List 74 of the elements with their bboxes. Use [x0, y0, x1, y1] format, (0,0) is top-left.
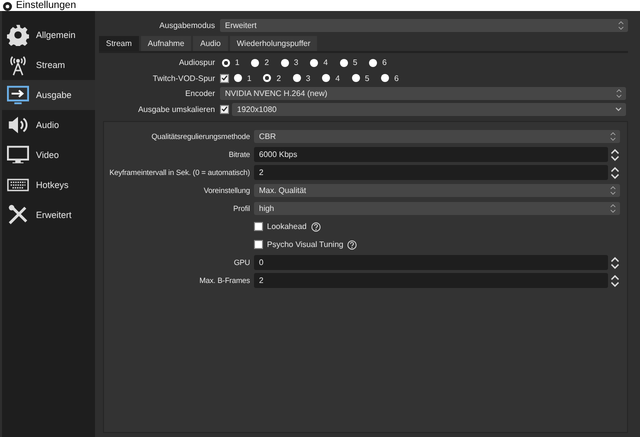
tab[interactable]: Aufnahme: [140, 36, 192, 51]
field-label: Encoder: [184, 89, 216, 98]
field-label: Audiospur: [178, 58, 216, 68]
radio-button[interactable]: [381, 74, 390, 82]
encoder-dropdown[interactable]: NVIDIA NVENC H.264 (new): [220, 87, 626, 100]
checkbox[interactable]: [220, 74, 229, 83]
dropdown[interactable]: Max. Qualität: [254, 184, 620, 197]
help-icon[interactable]: [347, 240, 358, 250]
radio-label: 4: [335, 74, 340, 83]
field-label: Ausgabemodus: [158, 20, 216, 30]
radio-label: 6: [394, 74, 399, 83]
radio-button[interactable]: [310, 58, 318, 67]
radio-label: 2: [276, 74, 281, 83]
monitor-arrow-icon: [7, 84, 29, 106]
radio-label: 3: [294, 58, 298, 68]
radio-label: 6: [382, 58, 387, 68]
spin-arrows-icon[interactable]: [610, 274, 620, 288]
field-label: Twitch-VOD-Spur: [152, 74, 216, 83]
radio-button[interactable]: [292, 74, 301, 82]
checkbox-label: Lookahead: [267, 222, 307, 231]
updown-icon: [618, 20, 624, 30]
spin-box[interactable]: 6000 Kbps: [254, 147, 608, 162]
radio-button[interactable]: [234, 74, 242, 82]
radio-button[interactable]: [340, 58, 348, 67]
window-title: Einstellungen: [16, 1, 76, 11]
radio-label: 4: [323, 58, 328, 68]
chevron-down-icon: [615, 106, 622, 112]
sidebar-item[interactable]: Erweitert: [2, 200, 95, 230]
sidebar-item[interactable]: Audio: [2, 110, 95, 140]
sidebar-item[interactable]: Ausgabe: [2, 80, 95, 110]
radio-button[interactable]: [251, 58, 260, 67]
mode-dropdown[interactable]: Erweitert: [220, 18, 628, 32]
tab[interactable]: Stream: [99, 36, 139, 51]
help-icon[interactable]: [310, 222, 321, 232]
updown-icon: [610, 186, 616, 195]
tab[interactable]: Audio: [193, 36, 228, 51]
dropdown[interactable]: CBR: [254, 130, 620, 143]
updown-icon: [616, 89, 622, 98]
updown-icon: [610, 204, 616, 213]
checkbox-label: Psycho Visual Tuning: [267, 240, 344, 249]
wrench-screwdriver-icon: [7, 204, 29, 226]
spin-box[interactable]: 0: [254, 255, 608, 270]
sidebar-item[interactable]: Allgemein: [2, 20, 95, 50]
radio-button[interactable]: [352, 74, 360, 82]
radio-button[interactable]: [263, 74, 272, 82]
checkbox[interactable]: [254, 222, 263, 231]
sidebar-item[interactable]: Video: [2, 140, 95, 170]
updown-icon: [610, 132, 616, 141]
radio-label: 1: [235, 58, 240, 68]
tab[interactable]: Wiederholungspuffer: [230, 36, 318, 51]
gear-icon: [7, 24, 29, 46]
speaker-icon: [7, 114, 29, 136]
radio-button[interactable]: [369, 58, 378, 67]
radio-label: 3: [306, 74, 310, 83]
field-label: Ausgabe umskalieren: [137, 104, 216, 114]
radio-button[interactable]: [322, 74, 330, 82]
spin-box[interactable]: 2: [254, 273, 608, 288]
sidebar-item[interactable]: Hotkeys: [2, 170, 95, 200]
radio-label: 5: [364, 74, 370, 83]
radio-label: 1: [247, 74, 252, 83]
radio-button[interactable]: [222, 58, 230, 67]
spin-box[interactable]: 2: [254, 165, 608, 180]
radio-label: 2: [264, 58, 269, 68]
spin-arrows-icon[interactable]: [610, 148, 620, 162]
monitor-icon: [7, 144, 29, 166]
radio-label: 5: [352, 58, 358, 68]
dropdown[interactable]: high: [254, 202, 620, 215]
resolution-dropdown[interactable]: 1920x1080: [232, 102, 626, 116]
checkbox[interactable]: [220, 104, 229, 114]
checkbox[interactable]: [254, 240, 263, 249]
sidebar-item[interactable]: Stream: [2, 50, 95, 80]
spin-arrows-icon[interactable]: [610, 256, 620, 270]
spin-arrows-icon[interactable]: [610, 166, 620, 180]
radio-button[interactable]: [280, 58, 289, 67]
